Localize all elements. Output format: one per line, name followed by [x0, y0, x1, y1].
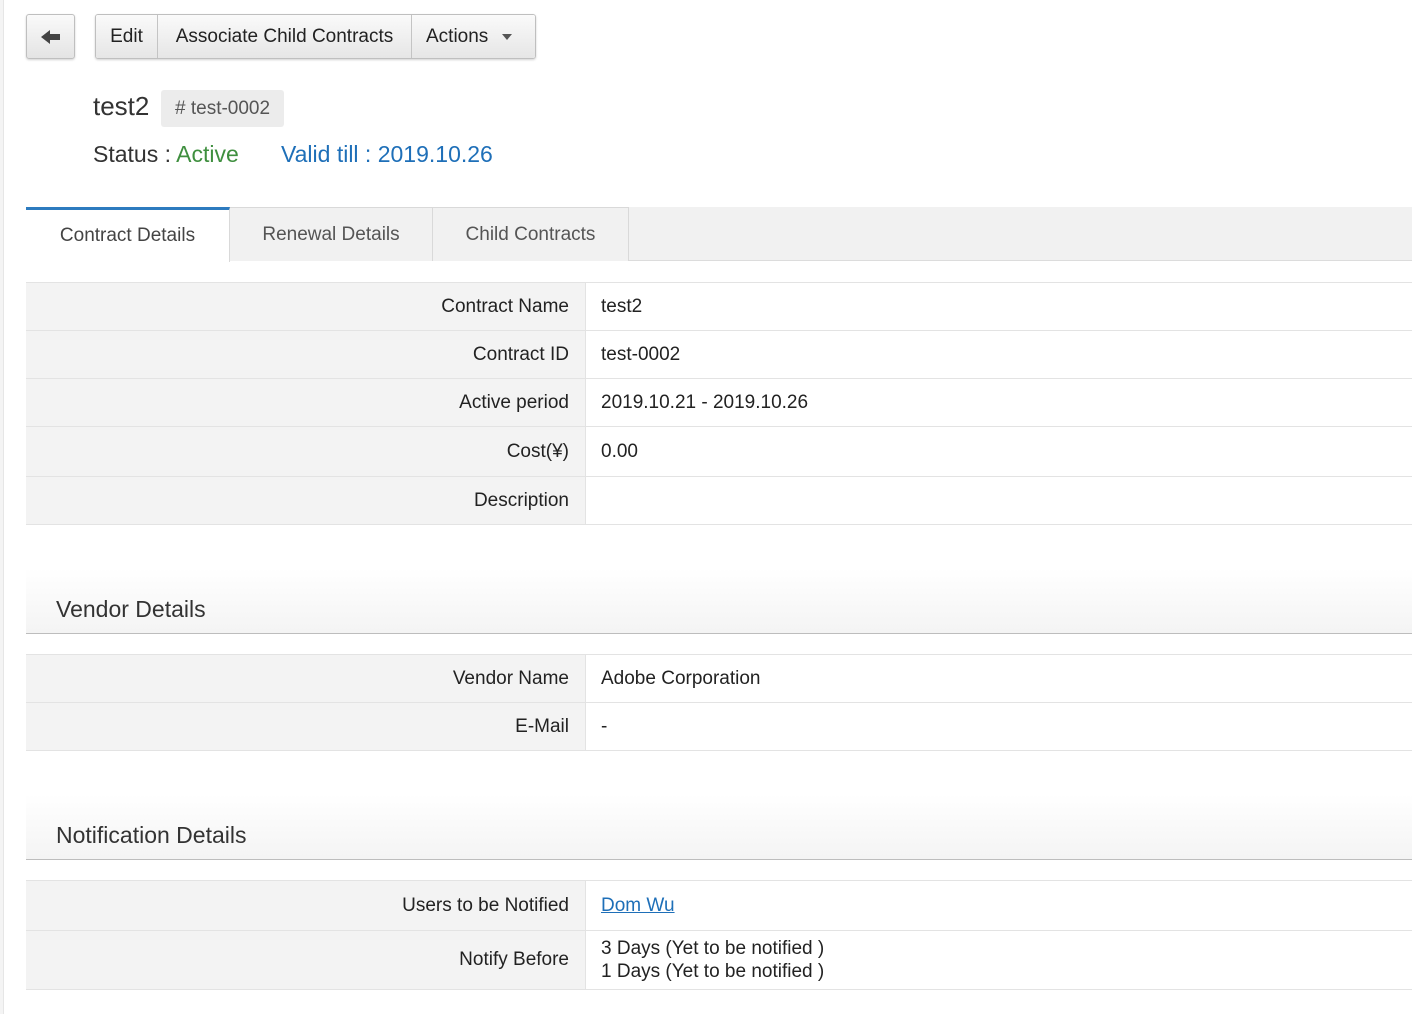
users-to-notify-label: Users to be Notified	[26, 881, 586, 930]
table-row: Active period 2019.10.21 - 2019.10.26	[26, 379, 1412, 427]
status-line: Status : Active	[93, 141, 239, 168]
table-row: Contract ID test-0002	[26, 331, 1412, 379]
vendor-name-label: Vendor Name	[26, 655, 586, 702]
notify-before-value: 3 Days (Yet to be notified ) 1 Days (Yet…	[586, 931, 1412, 989]
arrow-left-icon	[40, 29, 60, 44]
notify-line: 1 Days (Yet to be notified )	[601, 961, 825, 982]
notify-line: 3 Days (Yet to be notified )	[601, 938, 825, 959]
actions-dropdown-button[interactable]: Actions	[411, 15, 535, 58]
contract-title: test2	[93, 91, 150, 121]
actions-label: Actions	[426, 25, 489, 47]
tab-contract-details[interactable]: Contract Details	[26, 207, 230, 262]
notify-before-label: Notify Before	[26, 931, 586, 989]
notification-details-table: Users to be Notified Dom Wu Notify Befor…	[26, 880, 1412, 990]
table-row: Cost(¥) 0.00	[26, 427, 1412, 477]
contract-details-table: Contract Name test2 Contract ID test-000…	[26, 282, 1412, 525]
contract-name-value: test2	[601, 295, 643, 317]
contract-id-value: test-0002	[601, 343, 681, 365]
table-row: Vendor Name Adobe Corporation	[26, 655, 1412, 703]
cost-value: 0.00	[601, 440, 638, 462]
description-label: Description	[26, 477, 586, 524]
contract-detail-page: Edit Associate Child Contracts Actions t…	[0, 0, 1412, 1014]
contract-id-badge: # test-0002	[161, 90, 285, 127]
tab-renewal-details[interactable]: Renewal Details	[230, 207, 433, 261]
chevron-down-icon	[502, 33, 513, 40]
email-label: E-Mail	[26, 703, 586, 750]
tab-child-contracts[interactable]: Child Contracts	[433, 207, 629, 261]
left-border	[0, 0, 4, 1014]
associate-child-contracts-button[interactable]: Associate Child Contracts	[157, 15, 411, 58]
status-value: Active	[176, 141, 239, 167]
contract-name-label: Contract Name	[26, 283, 586, 330]
tab-bar: Contract Details Renewal Details Child C…	[26, 207, 1412, 262]
cost-label: Cost(¥)	[26, 427, 586, 476]
notification-details-heading: Notification Details	[26, 794, 1412, 860]
table-row: E-Mail -	[26, 703, 1412, 751]
user-link-dom-wu[interactable]: Dom Wu	[601, 895, 1412, 917]
vendor-details-table: Vendor Name Adobe Corporation E-Mail -	[26, 654, 1412, 751]
active-period-label: Active period	[26, 379, 586, 426]
table-row: Notify Before 3 Days (Yet to be notified…	[26, 931, 1412, 990]
valid-till: Valid till : 2019.10.26	[281, 141, 493, 167]
email-value: -	[601, 715, 608, 737]
status-label: Status :	[93, 141, 177, 167]
active-period-value: 2019.10.21 - 2019.10.26	[601, 391, 809, 413]
vendor-name-value: Adobe Corporation	[601, 667, 761, 689]
users-to-notify-value: Dom Wu	[586, 881, 1412, 930]
table-row: Contract Name test2	[26, 283, 1412, 331]
contract-id-label: Contract ID	[26, 331, 586, 378]
edit-button[interactable]: Edit	[96, 15, 157, 58]
back-button[interactable]	[26, 14, 75, 59]
vendor-details-heading: Vendor Details	[26, 568, 1412, 634]
table-row: Description	[26, 477, 1412, 525]
description-value	[586, 477, 1412, 524]
toolbar-button-group: Edit Associate Child Contracts Actions	[95, 14, 536, 59]
table-row: Users to be Notified Dom Wu	[26, 881, 1412, 931]
